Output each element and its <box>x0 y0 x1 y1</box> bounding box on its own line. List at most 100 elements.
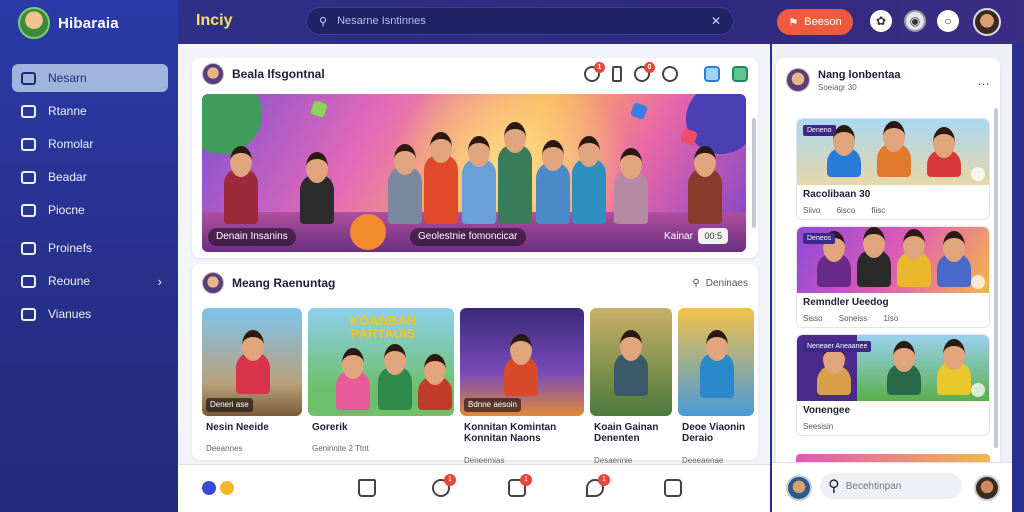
hero-caption: Geolestnie fomoncicar <box>410 228 526 246</box>
play-icon[interactable] <box>971 275 985 289</box>
character <box>300 152 334 224</box>
sidebar-item-settings[interactable]: Vianues <box>12 300 168 328</box>
friend-avatar[interactable] <box>974 475 1000 501</box>
item-thumbnail: Neneaer Aneaanee <box>797 335 989 401</box>
notification-icon[interactable]: 1 <box>584 62 605 82</box>
post-header: Beala Ifsgontnal 1 0 <box>192 58 758 90</box>
playlist-item[interactable]: Neneaer Aneaanee Vonengee Seesisin <box>796 334 990 436</box>
video-icon[interactable]: 1 <box>508 474 532 497</box>
strip-title: Meang Raenuntag <box>232 276 336 290</box>
character <box>857 227 891 287</box>
sidebar-item-bookmark[interactable]: Beadar <box>12 163 168 191</box>
tile-thumbnail <box>678 308 754 416</box>
character <box>462 136 496 224</box>
play-icon[interactable] <box>971 383 985 397</box>
search-icon: ⚲ <box>692 277 700 289</box>
author-avatar[interactable] <box>202 63 224 85</box>
item-badge: Deneos <box>803 233 836 244</box>
sidebar-item-video[interactable]: Rtanne <box>12 97 168 125</box>
profile-dot-icon[interactable] <box>202 481 216 495</box>
play-icon[interactable] <box>971 167 985 181</box>
character <box>388 144 422 224</box>
bottom-nav: 1 1 1 <box>178 464 770 512</box>
decor-orb <box>202 94 262 154</box>
item-meta: Sisso Soneiss 1iso <box>803 314 899 323</box>
character <box>817 231 851 287</box>
tile-tag: Deneri ase <box>206 398 253 412</box>
playlist-header: Nang lonbentaa Soeiagr 30 … <box>776 58 1000 92</box>
user-icon <box>21 274 36 288</box>
comment-badge: 0 <box>644 62 655 73</box>
folder-icon <box>21 241 36 255</box>
video-tile[interactable]: Bdnne aesoin Konnitan Komintan Konnitan … <box>460 308 584 465</box>
sidebar-item-check[interactable]: Romolar <box>12 130 168 158</box>
item-badge: Neneaer Aneaanee <box>803 341 872 352</box>
tile-title: Konnitan Komintan Konnitan Naons <box>464 422 557 444</box>
user-avatar[interactable] <box>973 8 1001 36</box>
sidebar-item-home[interactable]: Nesarn <box>12 64 168 92</box>
playlist-subtitle: Soeiagr 30 <box>818 82 857 92</box>
playlist-item[interactable]: Deneos Remndler Ueedog Sisso Soneiss 1is… <box>796 226 990 328</box>
scrollbar[interactable] <box>752 118 756 228</box>
playlist-avatar[interactable] <box>786 68 810 92</box>
chat-icon[interactable]: 1 <box>432 474 456 497</box>
strip-search-label: Deninaes <box>705 277 748 289</box>
item-thumbnail: Deneos <box>797 227 989 293</box>
character <box>897 229 931 287</box>
save-icon[interactable] <box>732 66 748 82</box>
video-icon <box>21 104 36 118</box>
close-icon[interactable]: ✕ <box>711 14 721 28</box>
video-tile[interactable]: Deoe Viaonin Deraio Deeeaenae <box>678 308 754 465</box>
tile-title: Deoe Viaonin Deraio <box>682 422 746 444</box>
paw-icon[interactable]: ✿ <box>870 10 892 32</box>
feed-post: Beala Ifsgontnal 1 0 Denain Insanins Geo… <box>192 58 758 258</box>
status-dot-icon[interactable] <box>220 481 234 495</box>
hero-image[interactable]: Denain Insanins Geolestnie fomoncicar Ka… <box>202 94 746 252</box>
more-icon[interactable]: … <box>977 73 990 88</box>
strip-search[interactable]: ⚲ Deninaes <box>692 278 748 289</box>
item-meta: Seesisin <box>803 422 834 431</box>
tile-thumbnail: KOANBAN PARTAUIS <box>308 308 454 416</box>
calendar-icon[interactable] <box>664 479 682 497</box>
character <box>504 334 538 396</box>
bookmark-icon <box>21 170 36 184</box>
sidebar-item-pin[interactable]: Piocne <box>12 196 168 224</box>
tile-meta: Geninnite 2 Ttnt <box>312 444 369 453</box>
item-badge: Deneno <box>803 125 836 136</box>
character <box>498 122 532 224</box>
post-tools: 1 0 <box>584 62 748 82</box>
sidebar-item-user[interactable]: Reoune › <box>12 267 168 295</box>
search-input[interactable] <box>337 15 701 27</box>
playlist-item[interactable]: Deneno Racolibaan 30 Siivo 6isco fiisc <box>796 118 990 220</box>
settings-icon <box>21 307 36 321</box>
brand-name: Hibaraia <box>58 14 119 32</box>
comment-input[interactable] <box>845 480 956 492</box>
right-panel: Nang lonbentaa Soeiagr 30 … Deneno Racol… <box>772 44 1012 512</box>
character <box>378 344 412 410</box>
item-thumbnail: Deneno <box>797 119 989 185</box>
search-bar[interactable]: ⚲ ✕ <box>306 7 734 35</box>
character <box>688 146 722 224</box>
cta-button[interactable]: ⚑ Beeson <box>777 9 853 35</box>
character <box>937 339 971 395</box>
message-icon[interactable]: 1 <box>586 474 610 497</box>
share-icon[interactable] <box>704 66 720 82</box>
scrollbar[interactable] <box>994 108 998 448</box>
comment-icon[interactable]: 0 <box>634 62 655 82</box>
chat-icon[interactable]: ○ <box>937 10 959 32</box>
brand[interactable]: Hibaraia <box>0 0 178 46</box>
sidebar-item-folder[interactable]: Proinefs <box>12 234 168 262</box>
character <box>937 231 971 287</box>
emoji-icon[interactable] <box>662 66 678 82</box>
pen-icon[interactable] <box>612 66 622 82</box>
comment-field[interactable]: ⚲ <box>820 473 962 499</box>
notification-badge: 1 <box>594 62 605 73</box>
strip-header: Meang Raenuntag ⚲ Deninaes <box>192 264 758 302</box>
video-tile[interactable]: Koain Gainan Denenten Desaerinie <box>590 308 672 465</box>
home-icon[interactable] <box>358 479 376 497</box>
user-avatar[interactable] <box>786 475 812 501</box>
camera-icon[interactable]: ◉ <box>904 10 926 32</box>
video-tile[interactable]: KOANBAN PARTAUIS Gorerik Geninnite 2 Ttn… <box>308 308 454 458</box>
video-tile[interactable]: Deneri ase Nesin Neeide Deeannes <box>202 308 302 458</box>
check-icon <box>21 137 36 151</box>
